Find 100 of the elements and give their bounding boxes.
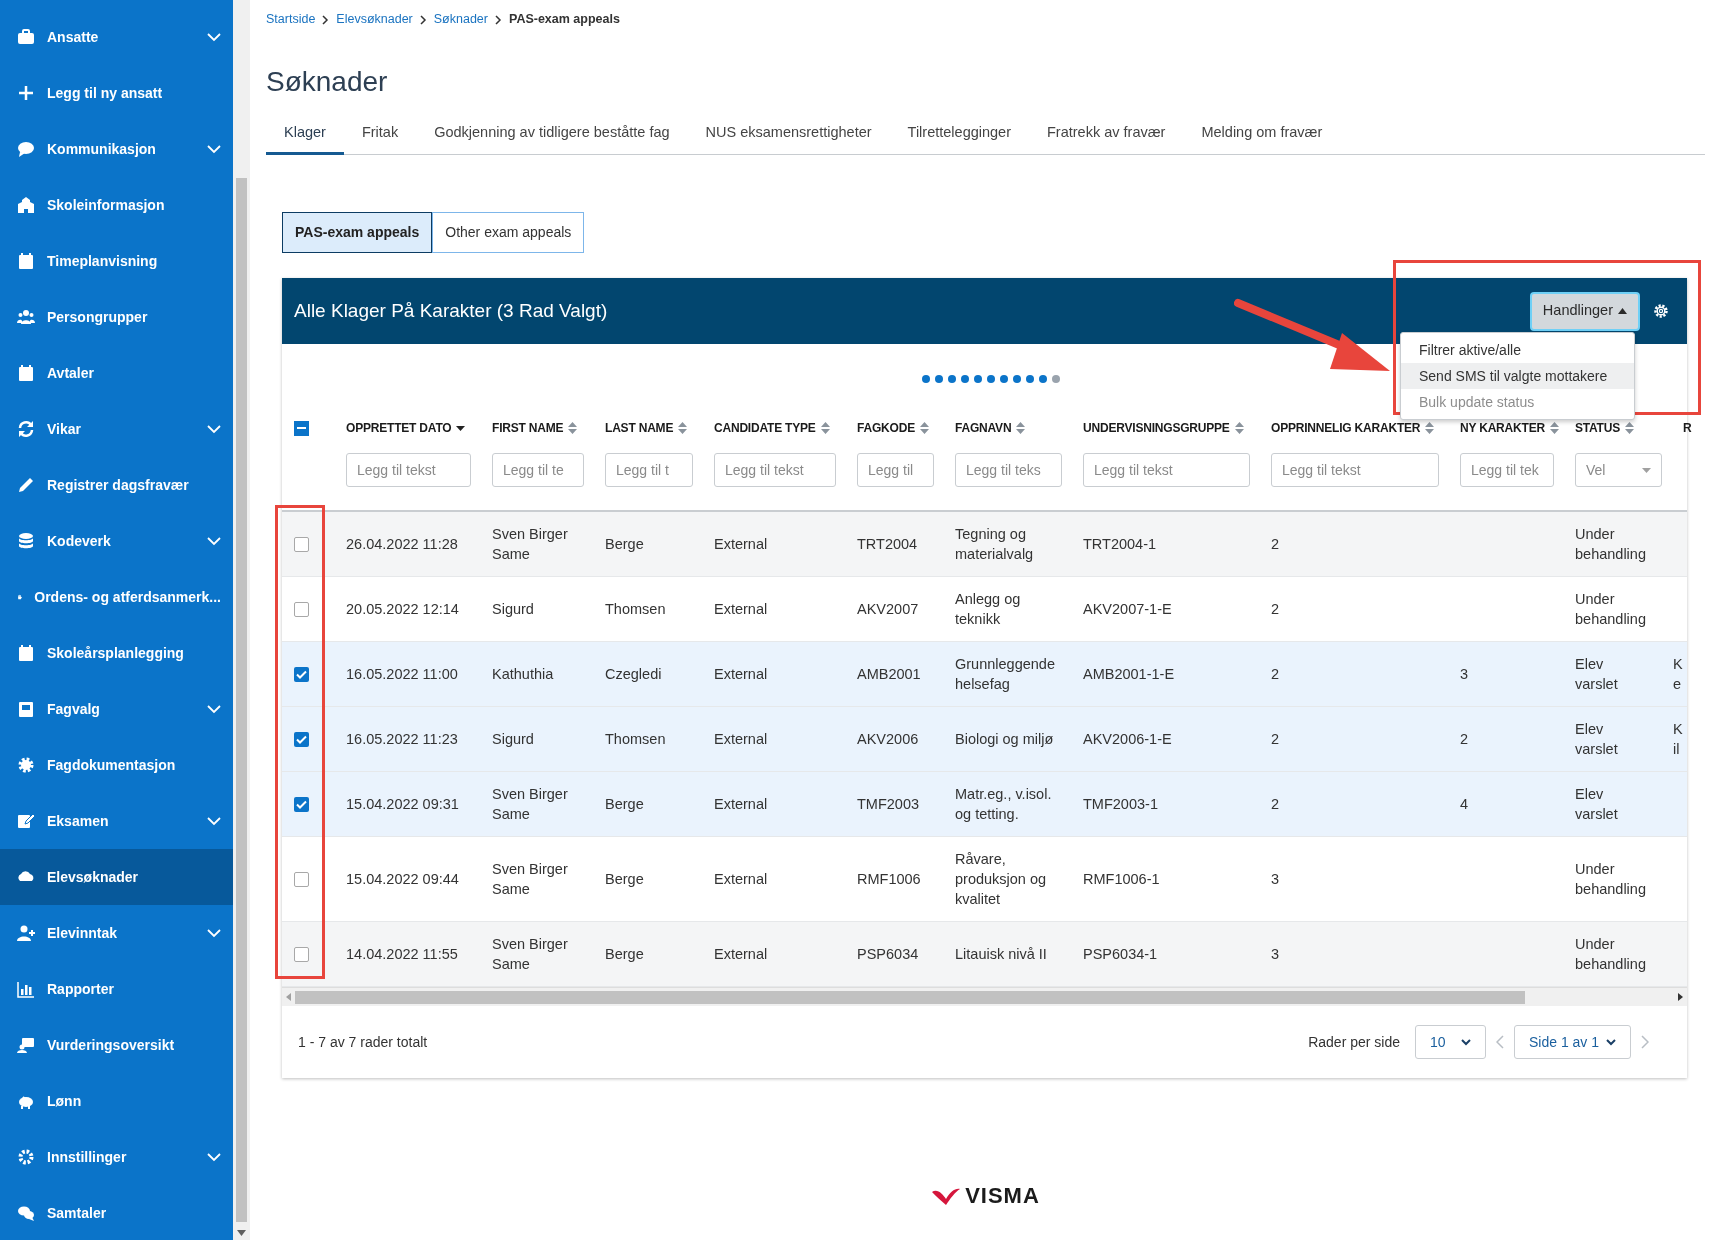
sidebar-item[interactable]: Vurderingsoversikt	[0, 1017, 233, 1073]
rows-per-page-select[interactable]: 10	[1415, 1025, 1486, 1059]
column-header[interactable]: OPPRINNELIG KARAKTER	[1271, 419, 1421, 437]
sidebar-label: Legg til ny ansatt	[47, 83, 164, 103]
sidebar-item[interactable]: Registrer dagsfravær	[0, 457, 233, 513]
filter-field[interactable]: Legg til tekst	[714, 453, 836, 487]
row-checkbox[interactable]	[294, 731, 309, 747]
filter-field[interactable]: Legg til te	[492, 453, 584, 487]
chevron-down-icon[interactable]	[207, 144, 221, 154]
menu-item[interactable]: Filtrer aktive/alle	[1401, 337, 1634, 363]
horizontal-scrollbar[interactable]	[282, 987, 1687, 1006]
tab[interactable]: Fratrekk av fravær	[1029, 110, 1184, 155]
tab[interactable]: Godkjenning av tidligere beståtte fag	[416, 110, 688, 155]
sidebar-item[interactable]: Persongrupper	[0, 289, 233, 345]
sidebar-item[interactable]: Eksamen	[0, 793, 233, 849]
menu-item[interactable]: Send SMS til valgte mottakere	[1401, 363, 1634, 389]
actions-button[interactable]: Handlinger	[1531, 293, 1638, 329]
table-cell: Tegning og materialvalg	[955, 526, 1034, 562]
sort-icon[interactable]	[820, 422, 830, 434]
tab[interactable]: Melding om fravær	[1183, 110, 1341, 155]
row-checkbox[interactable]	[294, 666, 309, 682]
scroll-right-icon[interactable]	[1678, 993, 1683, 1001]
column-header[interactable]: STATUS	[1575, 419, 1621, 437]
sort-icon[interactable]	[1425, 422, 1435, 434]
select-all-checkbox[interactable]	[294, 420, 309, 436]
column-header[interactable]: LAST NAME	[605, 419, 674, 437]
sidebar-item[interactable]: Samtaler	[0, 1185, 233, 1240]
previous-page-icon[interactable]	[1496, 1035, 1504, 1049]
filter-field[interactable]: Legg til teks	[955, 453, 1062, 487]
sidebar-item[interactable]: Fagvalg	[0, 681, 233, 737]
chevron-down-icon[interactable]	[207, 536, 221, 546]
page-select[interactable]: Side 1 av 1	[1514, 1025, 1631, 1059]
table-cell: PSP6034-1	[1083, 946, 1158, 962]
tab[interactable]: Tilrettelegginger	[889, 110, 1029, 155]
status-filter-select[interactable]: Vel	[1575, 453, 1662, 487]
row-checkbox[interactable]	[294, 796, 309, 812]
row-checkbox[interactable]	[294, 536, 309, 552]
row-checkbox[interactable]	[294, 946, 309, 962]
scroll-down-icon[interactable]	[237, 1230, 246, 1236]
sidebar-label: Vikar	[47, 419, 82, 439]
sort-icon[interactable]	[919, 422, 929, 434]
chevron-down-icon[interactable]	[207, 424, 221, 434]
filter-field[interactable]: Legg til tekst	[346, 453, 471, 487]
breadcrumb-link[interactable]: Søknader	[433, 10, 488, 29]
table-cell: TMF2003	[857, 796, 920, 812]
column-header[interactable]: NY KARAKTER	[1460, 419, 1545, 437]
sidebar-label: Persongrupper	[47, 307, 149, 327]
column-header[interactable]: FAGKODE	[857, 419, 915, 437]
sidebar-item[interactable]: Lønn	[0, 1073, 233, 1129]
filter-field[interactable]: Legg til tekst	[1083, 453, 1250, 487]
sidebar-item[interactable]: Timeplanvisning	[0, 233, 233, 289]
chevron-down-icon[interactable]	[207, 32, 221, 42]
tab[interactable]: Klager	[266, 110, 344, 155]
breadcrumb-link[interactable]: Elevsøknader	[336, 10, 413, 29]
breadcrumb-link[interactable]: Startside	[266, 10, 316, 29]
tab[interactable]: Fritak	[343, 110, 417, 155]
sidebar-scrollbar[interactable]	[233, 0, 250, 1240]
scroll-left-icon[interactable]	[286, 993, 291, 1001]
sidebar-item[interactable]: Rapporter	[0, 961, 233, 1017]
chevron-down-icon[interactable]	[207, 1152, 221, 1162]
sidebar-item[interactable]: Fagdokumentasjon	[0, 737, 233, 793]
subtab[interactable]: PAS-exam appeals	[282, 212, 433, 253]
chevron-down-icon[interactable]	[207, 704, 221, 714]
filter-field[interactable]: Legg til tek	[1460, 453, 1554, 487]
sort-icon[interactable]	[1549, 422, 1559, 434]
table-cell: Elev varslet	[1575, 721, 1618, 757]
sidebar-item[interactable]: Elevinntak	[0, 905, 233, 961]
row-checkbox[interactable]	[294, 601, 309, 617]
sidebar-item[interactable]: Ordens- og atferdsanmerk...	[0, 569, 233, 625]
chevron-down-icon[interactable]	[207, 928, 221, 938]
chevron-down-icon[interactable]	[207, 816, 221, 826]
sort-icon[interactable]	[1625, 422, 1635, 434]
subtab[interactable]: Other exam appeals	[432, 212, 585, 253]
sidebar-item[interactable]: Skoleinformasjon	[0, 177, 233, 233]
sidebar-item[interactable]: Vikar	[0, 401, 233, 457]
column-header[interactable]: UNDERVISNINGSGRUPPE	[1083, 419, 1230, 437]
column-header[interactable]: FAGNAVN	[955, 419, 1012, 437]
sort-icon[interactable]	[1016, 422, 1026, 434]
sidebar-item[interactable]: Avtaler	[0, 345, 233, 401]
sidebar-item[interactable]: Skoleårsplanlegging	[0, 625, 233, 681]
column-header[interactable]: OPPRETTET DATO	[346, 419, 452, 437]
filter-field[interactable]: Legg til t	[605, 453, 693, 487]
row-checkbox[interactable]	[294, 871, 309, 887]
sidebar-item[interactable]: Legg til ny ansatt	[0, 65, 233, 121]
filter-field[interactable]: Legg til tekst	[1271, 453, 1439, 487]
sidebar-item[interactable]: Kommunikasjon	[0, 121, 233, 177]
column-header[interactable]: FIRST NAME	[492, 419, 564, 437]
next-page-icon[interactable]	[1641, 1035, 1649, 1049]
filter-field[interactable]: Legg til	[857, 453, 934, 487]
sidebar-item[interactable]: Ansatte	[0, 9, 233, 65]
sidebar-item[interactable]: Kodeverk	[0, 513, 233, 569]
tab[interactable]: NUS eksamensrettigheter	[687, 110, 890, 155]
sidebar-item[interactable]: Elevsøknader	[0, 849, 233, 905]
sort-icon[interactable]	[1234, 422, 1244, 434]
sort-icon[interactable]	[678, 422, 688, 434]
column-header[interactable]: R	[1683, 419, 1692, 437]
sort-icon[interactable]	[568, 422, 578, 434]
settings-icon[interactable]	[1653, 303, 1669, 319]
sidebar-item[interactable]: Innstillinger	[0, 1129, 233, 1185]
column-header[interactable]: CANDIDATE TYPE	[714, 419, 816, 437]
